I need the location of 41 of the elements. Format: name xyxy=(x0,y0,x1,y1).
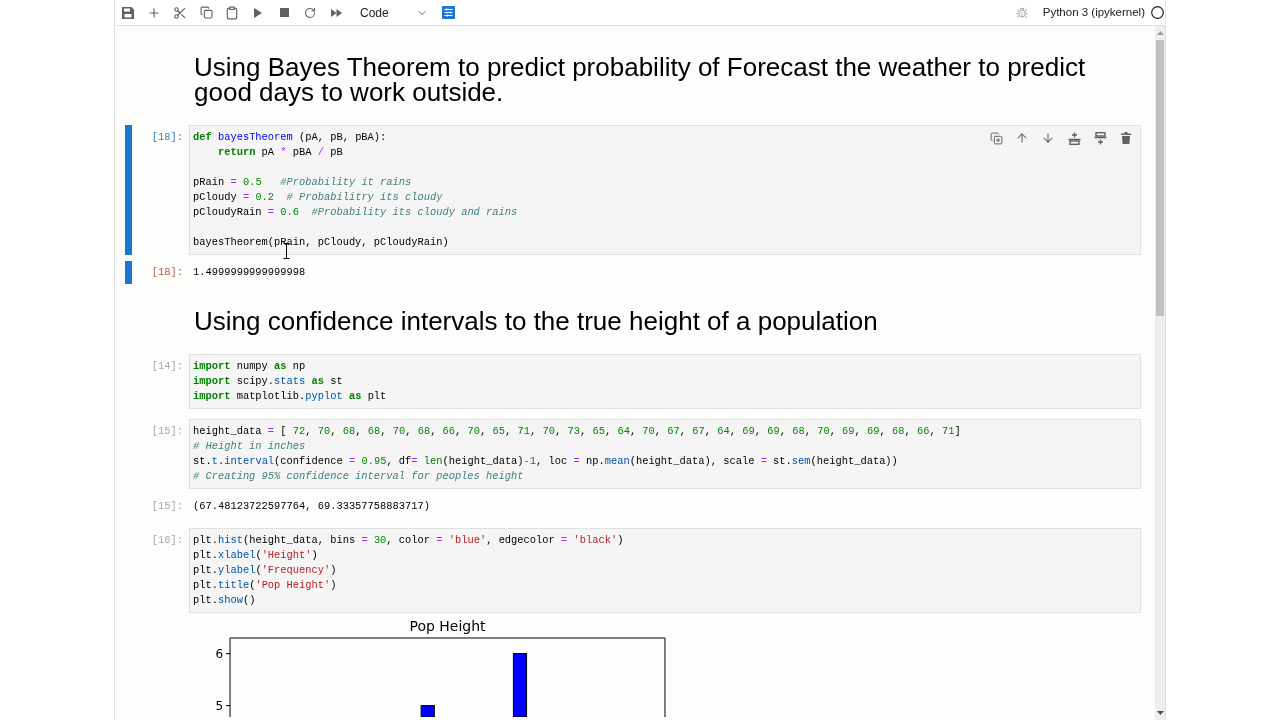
sliders-tile-icon[interactable] xyxy=(442,6,455,19)
restart-icon[interactable] xyxy=(304,6,316,19)
kernel-name-button[interactable]: Python 3 (ipykernel) xyxy=(1042,3,1145,22)
code-editor[interactable]: plt.hist(height_data, bins = 30, color = 'blue', edgecolor = 'black') plt.xlabel('Height') plt.ylabel('Frequency') plt.title('Pop Height') plt.show() xyxy=(189,528,1141,613)
stop-icon[interactable] xyxy=(279,8,289,17)
play-icon[interactable] xyxy=(254,7,262,18)
arrow-down-icon[interactable] xyxy=(1041,131,1055,145)
fast-forward-icon[interactable] xyxy=(330,8,342,17)
output-text: (67.48123722597764, 69.33357758883717) xyxy=(193,499,430,514)
histogram-bar xyxy=(420,705,435,718)
arrow-up-icon[interactable] xyxy=(1015,131,1029,145)
code-editor[interactable]: import numpy as np import scipy.stats as st import matplotlib.pyplot as plt xyxy=(189,354,1141,409)
scissors-icon[interactable] xyxy=(173,5,187,20)
copy-icon[interactable] xyxy=(199,6,213,19)
markdown-heading: Using Bayes Theorem to predict probability of Forecast the weather to predict good days to work outside. xyxy=(193,55,1087,105)
scrollbar-thumb[interactable] xyxy=(1156,40,1164,316)
input-prompt: [15]: xyxy=(151,424,183,439)
input-prompt: [16]: xyxy=(151,533,183,548)
cell-collapser-bar[interactable] xyxy=(125,125,132,255)
clipboard-icon[interactable] xyxy=(225,5,239,20)
save-icon[interactable] xyxy=(122,6,134,19)
scroll-down-icon[interactable] xyxy=(1156,711,1164,715)
cell-type-dropdown[interactable]: Code xyxy=(355,2,435,23)
input-prompt: [14]: xyxy=(151,359,183,374)
output-text: 1.4999999999999998 xyxy=(193,265,306,280)
add-above-icon[interactable] xyxy=(1067,131,1081,145)
code-editor[interactable]: def bayesTheorem (pA, pB, pBA): return pA * pBA / pB pRain = 0.5 #Probability it rains pCloudy = 0.2 # Probabilitry its cloudy pCloudyRain = 0.6 #Probability its cloudy and rains bayesTheorem(pRain, pCloudy, pCloudyRain) xyxy=(189,125,1141,255)
histogram-bar xyxy=(512,653,528,718)
trash-icon[interactable] xyxy=(1121,132,1131,144)
markdown-heading: Using confidence intervals to the true height of a population xyxy=(193,309,879,334)
add-below-icon[interactable] xyxy=(1093,131,1107,145)
y-tick-label: 6 xyxy=(215,647,223,662)
output-prompt: [15]: xyxy=(151,498,183,514)
y-tick-label: 5 xyxy=(215,699,223,714)
code-editor[interactable]: height_data = [ 72, 70, 68, 68, 70, 68, 66, 70, 65, 71, 70, 73, 65, 64, 70, 67, 67, 64, 69, 69, 68, 70, 69, 69, 68, 66, 71] # Height in inches st.t.interval(confidence = 0.95, df= len(height_data)-1, loc = np.mean(height_data), scale = st.sem(height_data)) # Creating 95% confidence interval for peoples height xyxy=(189,419,1141,489)
output-prompt: [18]: xyxy=(151,264,183,280)
chart-title: Pop Height xyxy=(409,618,486,634)
copy-plus-icon[interactable] xyxy=(989,131,1003,145)
scrollbar[interactable] xyxy=(1155,26,1165,720)
input-prompt: [18]: xyxy=(151,130,183,145)
plus-icon[interactable] xyxy=(147,5,161,20)
